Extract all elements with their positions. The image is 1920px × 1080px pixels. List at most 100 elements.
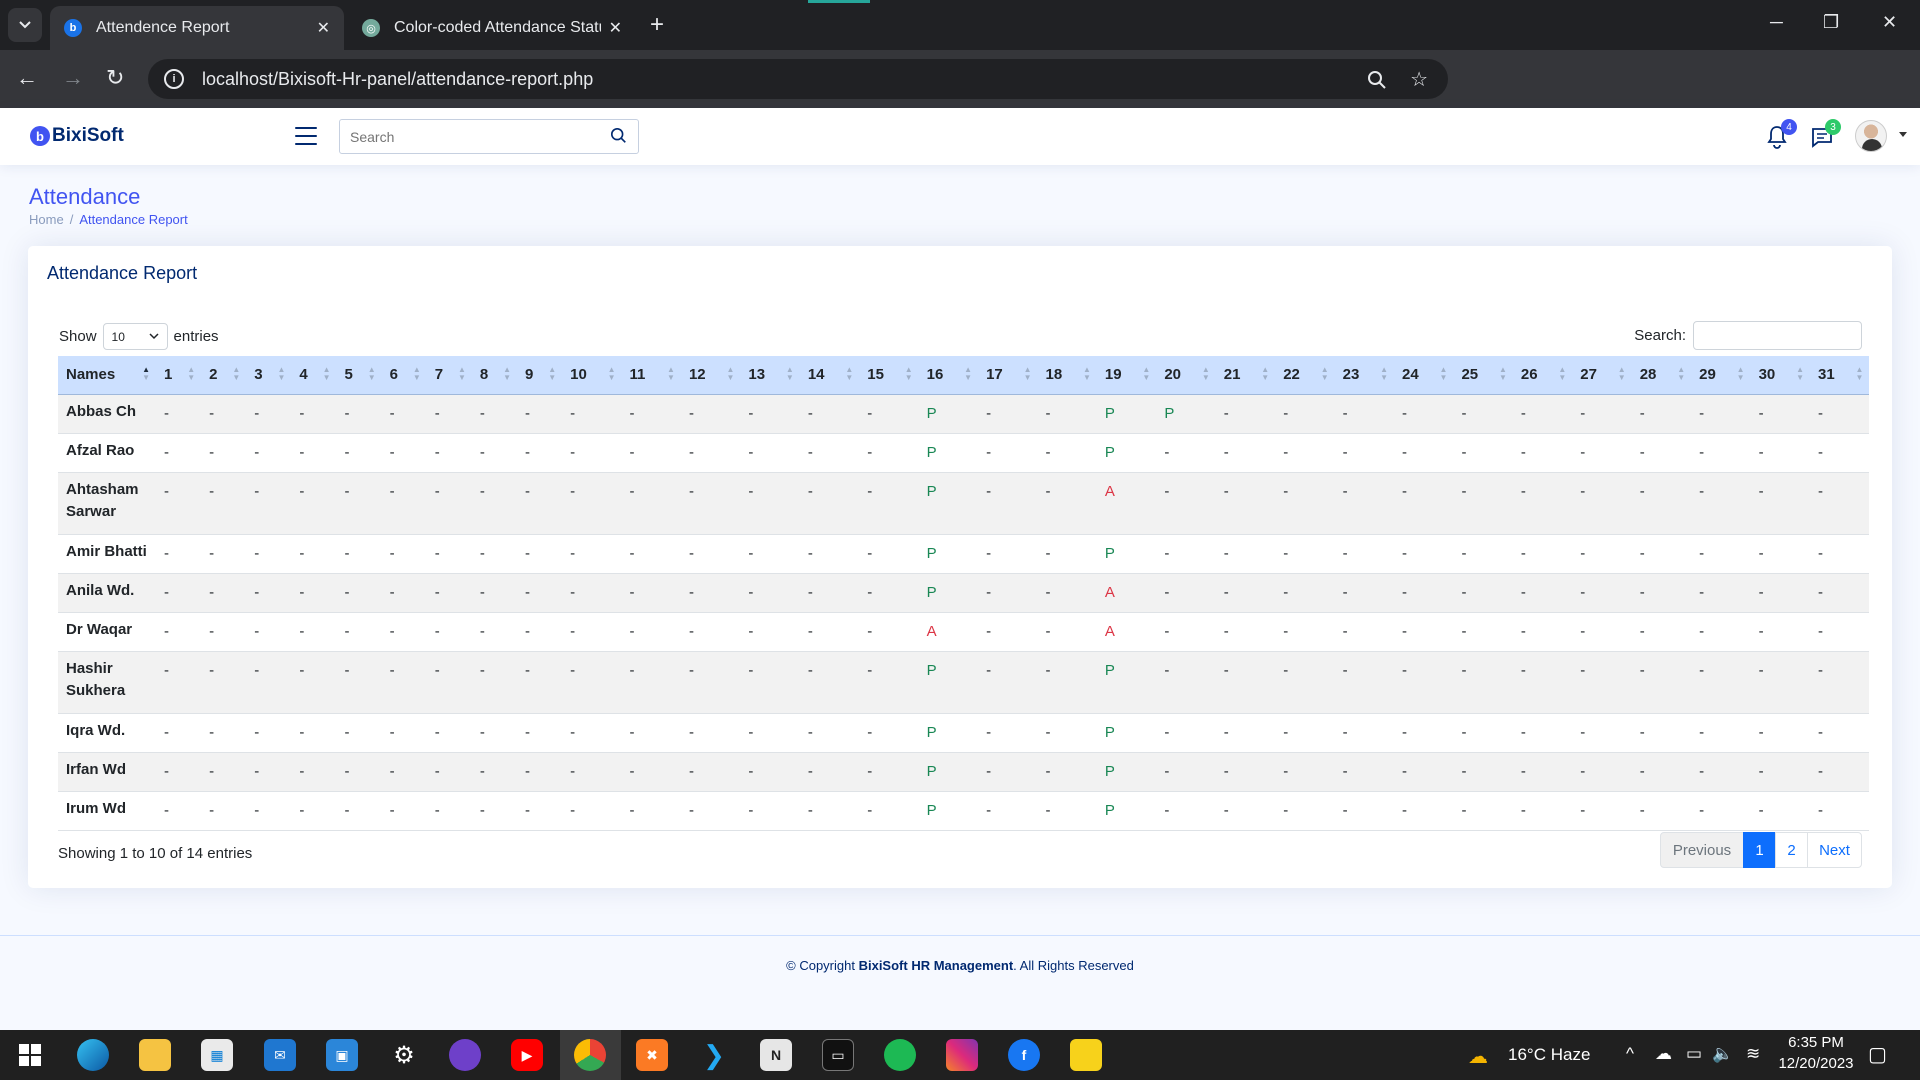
caret-down-icon[interactable] [1899,132,1907,137]
pagination-next[interactable]: Next [1807,832,1862,868]
xampp-icon[interactable]: ✖ [636,1039,668,1071]
column-header-day-17[interactable]: 17 ▲ ▼ [978,356,1038,395]
column-header-day-20[interactable]: 20 ▲ ▼ [1156,356,1216,395]
attendance-cell: - [621,534,681,574]
table-search-input[interactable] [1693,321,1862,350]
youtube-icon[interactable]: ▶ [511,1039,543,1071]
column-header-day-7[interactable]: 7 ▲ ▼ [426,356,472,395]
column-header-day-31[interactable]: 31 ▲ ▼ [1809,356,1870,395]
notepad-icon[interactable]: N [760,1039,792,1071]
close-window-button[interactable]: ✕ [1882,12,1897,33]
close-tab-icon[interactable]: ✕ [317,18,330,38]
address-bar[interactable]: i localhost/Bixisoft-Hr-panel/attendance… [148,59,1448,99]
control-panel-icon[interactable]: ▣ [326,1039,358,1071]
column-header-day-1[interactable]: 1 ▲ ▼ [156,356,202,395]
user-avatar[interactable] [1855,120,1887,152]
mail-icon[interactable]: ✉ [264,1039,296,1071]
pagination-previous[interactable]: Previous [1660,832,1744,868]
messages-button[interactable]: 3 [1810,119,1841,149]
url-text[interactable]: localhost/Bixisoft-Hr-panel/attendance-r… [202,69,593,90]
column-header-day-18[interactable]: 18 ▲ ▼ [1037,356,1097,395]
wifi-icon[interactable]: ≋ [1746,1044,1760,1064]
search-icon[interactable] [610,127,628,145]
column-header-day-3[interactable]: 3 ▲ ▼ [246,356,292,395]
entries-select[interactable]: 10 [102,323,168,350]
column-header-day-26[interactable]: 26 ▲ ▼ [1512,356,1573,395]
windows-start-icon[interactable] [14,1039,46,1071]
attendance-cell: - [1394,394,1454,434]
site-info-icon[interactable]: i [164,69,184,89]
clock-time[interactable]: 6:35 PM [1776,1034,1856,1051]
column-header-day-25[interactable]: 25 ▲ ▼ [1453,356,1513,395]
breadcrumb-home[interactable]: Home [29,212,64,227]
back-arrow-icon[interactable]: ← [16,66,38,90]
column-header-day-22[interactable]: 22 ▲ ▼ [1275,356,1335,395]
zoom-icon[interactable] [1367,70,1387,90]
notifications-button[interactable]: 4 [1766,119,1797,149]
tab-search-button[interactable] [8,8,42,42]
sticky-notes-icon[interactable] [1070,1039,1102,1071]
attendance-cell: - [680,651,741,714]
facebook-icon[interactable]: f [1008,1039,1040,1071]
onedrive-cloud-icon[interactable]: ☁ [1655,1044,1672,1064]
tab-attendence-report[interactable]: b Attendence Report ✕ [50,6,344,50]
column-header-day-21[interactable]: 21 ▲ ▼ [1215,356,1276,395]
minimize-button[interactable]: ─ [1770,12,1783,33]
new-tab-button[interactable]: + [650,12,664,38]
battery-icon[interactable]: ▭ [1686,1044,1702,1064]
attendance-cell: - [291,472,337,535]
edge-icon[interactable] [77,1039,109,1071]
column-header-day-16[interactable]: 16 ▲ ▼ [918,356,979,395]
file-explorer-icon[interactable] [139,1039,171,1071]
weather-text[interactable]: 16°C Haze [1508,1045,1590,1065]
attendance-cell: - [562,612,622,652]
column-header-day-8[interactable]: 8 ▲ ▼ [471,356,517,395]
column-header-day-12[interactable]: 12 ▲ ▼ [680,356,741,395]
column-header-day-11[interactable]: 11 ▲ ▼ [621,356,681,395]
store-icon[interactable]: ▦ [201,1039,233,1071]
attendance-cell: - [1334,651,1395,714]
column-header-day-23[interactable]: 23 ▲ ▼ [1334,356,1395,395]
column-header-day-13[interactable]: 13 ▲ ▼ [740,356,800,395]
column-header-day-9[interactable]: 9 ▲ ▼ [517,356,563,395]
close-tab-icon[interactable]: ✕ [609,18,622,38]
tab-color-coded-attendance[interactable]: ◎ Color-coded Attendance Status ✕ [348,6,636,50]
column-header-day-24[interactable]: 24 ▲ ▼ [1394,356,1454,395]
column-header-day-28[interactable]: 28 ▲ ▼ [1631,356,1692,395]
clock-date[interactable]: 12/20/2023 [1772,1055,1860,1072]
column-header-day-6[interactable]: 6 ▲ ▼ [381,356,427,395]
sidebar-toggle-icon[interactable] [295,127,317,145]
logo[interactable]: b BixiSoft [30,125,124,147]
terminal-icon[interactable]: ▭ [822,1039,854,1071]
column-header-day-15[interactable]: 15 ▲ ▼ [859,356,919,395]
column-header-names[interactable]: Names ▲ ▼ [58,356,156,395]
column-header-day-4[interactable]: 4 ▲ ▼ [291,356,337,395]
restore-button[interactable]: ❐ [1823,12,1839,33]
chrome-icon[interactable] [574,1039,606,1071]
volume-icon[interactable]: 🔈 [1712,1044,1733,1064]
instagram-icon[interactable] [946,1039,978,1071]
reload-icon[interactable]: ↻ [106,66,124,90]
spotify-icon[interactable] [884,1039,916,1071]
forward-arrow-icon[interactable]: → [62,66,84,90]
vscode-icon[interactable]: ❯ [698,1039,730,1071]
settings-gear-icon[interactable]: ⚙ [388,1039,420,1071]
column-header-day-2[interactable]: 2 ▲ ▼ [201,356,247,395]
column-header-day-27[interactable]: 27 ▲ ▼ [1572,356,1632,395]
column-header-day-10[interactable]: 10 ▲ ▼ [562,356,622,395]
pagination-page-2[interactable]: 2 [1775,832,1808,868]
bookmark-star-icon[interactable]: ☆ [1410,69,1428,91]
pagination-page-1[interactable]: 1 [1743,832,1776,868]
column-header-day-19[interactable]: 19 ▲ ▼ [1096,356,1157,395]
column-header-day-5[interactable]: 5 ▲ ▼ [336,356,382,395]
weather-icon[interactable]: ☁ [1468,1044,1488,1069]
notification-center-icon[interactable]: ▢ [1868,1042,1887,1067]
tray-chevron-up-icon[interactable]: ^ [1626,1044,1634,1064]
github-desktop-icon[interactable] [449,1039,481,1071]
column-header-day-14[interactable]: 14 ▲ ▼ [799,356,860,395]
search-input[interactable] [340,120,600,153]
attendance-cell: - [621,752,681,792]
column-header-day-30[interactable]: 30 ▲ ▼ [1750,356,1810,395]
chatgpt-favicon-icon: ◎ [362,19,380,37]
column-header-day-29[interactable]: 29 ▲ ▼ [1691,356,1751,395]
